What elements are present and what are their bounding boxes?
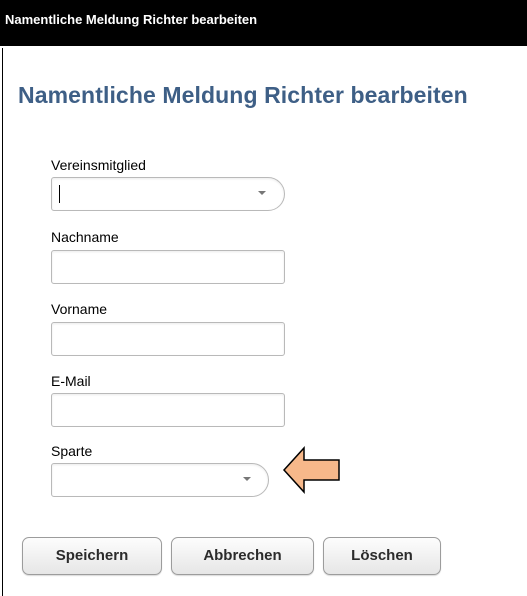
text-cursor — [59, 185, 60, 203]
vorname-input[interactable] — [51, 322, 285, 356]
sparte-label: Sparte — [51, 443, 93, 459]
left-border — [2, 48, 3, 596]
vorname-label: Vorname — [51, 301, 108, 317]
sparte-combobox[interactable] — [51, 463, 269, 497]
nachname-label: Nachname — [51, 229, 119, 245]
page: Namentliche Meldung Richter bearbeiten N… — [0, 0, 527, 596]
save-button[interactable]: Speichern — [22, 537, 162, 575]
email-label: E-Mail — [51, 373, 91, 389]
chevron-down-icon[interactable] — [258, 191, 266, 195]
window-title: Namentliche Meldung Richter bearbeiten — [5, 12, 258, 27]
left-arrow-icon — [282, 446, 340, 494]
delete-button[interactable]: Löschen — [323, 537, 441, 575]
nachname-input[interactable] — [51, 250, 285, 284]
page-title: Namentliche Meldung Richter bearbeiten — [18, 82, 468, 108]
window-titlebar: Namentliche Meldung Richter bearbeiten — [0, 0, 527, 46]
cancel-button[interactable]: Abbrechen — [171, 537, 314, 575]
chevron-down-icon[interactable] — [243, 477, 251, 481]
email-input[interactable] — [51, 393, 285, 427]
vereinsmitglied-label: Vereinsmitglied — [51, 157, 146, 173]
vereinsmitglied-combobox[interactable] — [51, 177, 285, 211]
